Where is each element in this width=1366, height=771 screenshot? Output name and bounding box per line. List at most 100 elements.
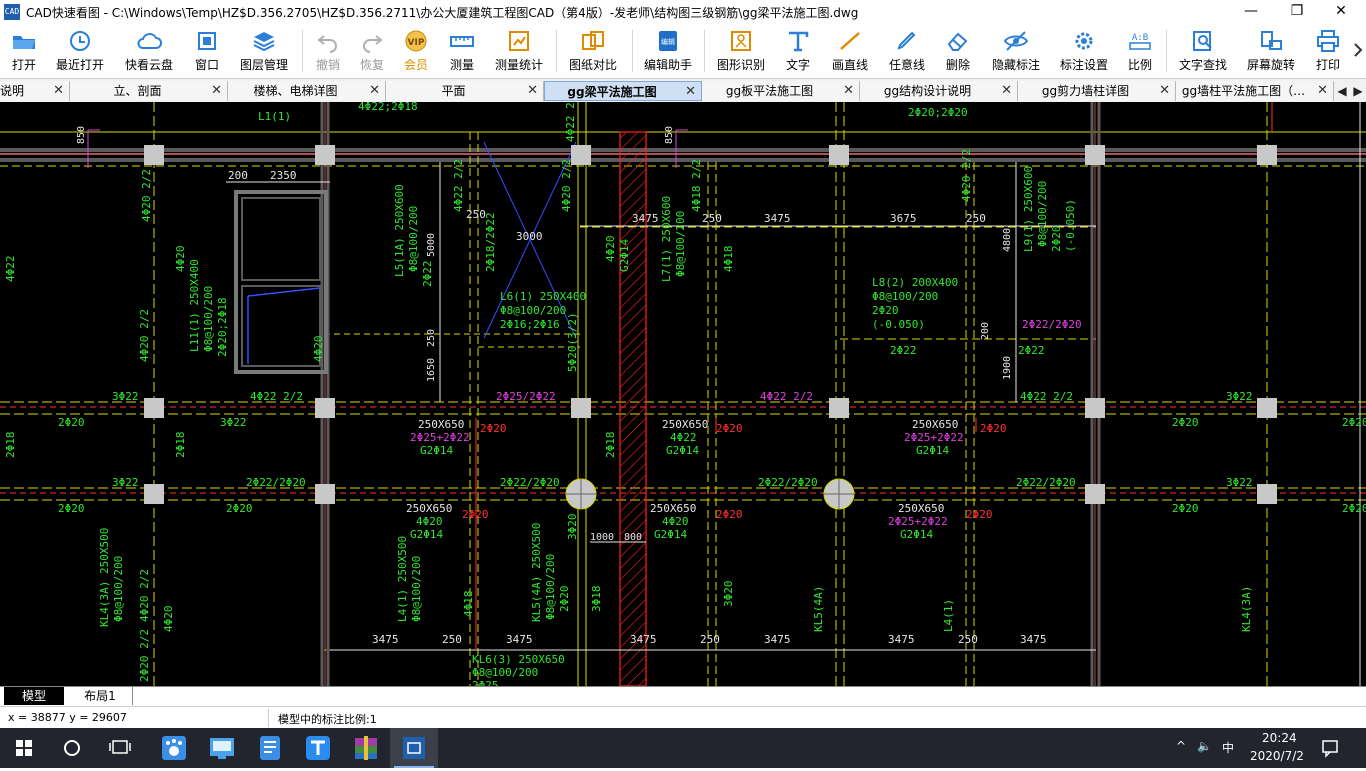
- tab-beam-plan-active[interactable]: gg梁平法施工图 ✕: [544, 81, 702, 101]
- layer-manager-button[interactable]: 图层管理: [234, 26, 294, 76]
- freehand-line-button[interactable]: 任意线: [884, 26, 930, 76]
- maximize-button[interactable]: ❐: [1274, 0, 1320, 24]
- tray-chevron-icon[interactable]: ^: [1176, 739, 1186, 753]
- clock-time[interactable]: 20:24: [1262, 731, 1297, 745]
- cad-viewer-icon: [403, 737, 425, 759]
- delete-button[interactable]: 删除: [938, 26, 978, 76]
- tab-stair-elevator-detail[interactable]: 楼梯、电梯详图 ✕: [228, 81, 386, 101]
- search-circle-icon: [64, 740, 80, 756]
- close-icon[interactable]: ✕: [1317, 81, 1328, 101]
- tab-elevation-section[interactable]: 立、剖面 ✕: [70, 81, 228, 101]
- compare-drawings-button[interactable]: 图纸对比: [562, 26, 624, 76]
- cad-annotation: L9(1) 250X600: [1022, 166, 1035, 252]
- taskbar-app-invoice[interactable]: [246, 728, 294, 768]
- cad-annotation: Φ8@100/200: [112, 556, 125, 622]
- cad-annotation: 3Φ22: [1226, 476, 1253, 489]
- start-button[interactable]: [0, 728, 48, 768]
- shape-recognition-button[interactable]: 图形识别: [710, 26, 772, 76]
- cad-annotation: 250X650: [406, 502, 452, 515]
- cad-annotation: 1650: [426, 358, 437, 382]
- task-view-button[interactable]: [96, 728, 144, 768]
- chevron-right-icon[interactable]: [1352, 42, 1364, 58]
- toolbar-divider: [704, 30, 705, 72]
- close-icon[interactable]: ✕: [1001, 81, 1012, 101]
- tab-scroll-left-icon[interactable]: ◀: [1336, 82, 1348, 100]
- cad-annotation: 4Φ18 2/2: [690, 159, 703, 212]
- cad-annotation: 850: [76, 126, 87, 144]
- tab-model[interactable]: 模型: [4, 687, 64, 705]
- cad-annotation: 4Φ20: [162, 606, 175, 633]
- taskbar-app-cad[interactable]: [390, 728, 438, 768]
- open-button[interactable]: 打开: [2, 26, 46, 76]
- scale-button[interactable]: A:B 比例: [1120, 26, 1160, 76]
- cad-annotation: 2Φ22/2Φ20: [1016, 476, 1076, 489]
- svg-text:VIP: VIP: [408, 38, 425, 48]
- taskbar-app-remote[interactable]: [198, 728, 246, 768]
- cad-annotation: 250: [966, 212, 986, 225]
- window-icon: [198, 32, 216, 50]
- main-toolbar: 打开 最近打开 快看云盘 窗口 图层管理 撤销 恢复 VIP 会员 测量 测量统…: [0, 24, 1366, 78]
- redo-button[interactable]: 恢复: [352, 26, 392, 76]
- toolbar-divider: [1166, 30, 1167, 72]
- cad-annotation: 2Φ18: [174, 432, 187, 459]
- window-button[interactable]: 窗口: [186, 26, 228, 76]
- search-button[interactable]: [48, 728, 96, 768]
- print-button[interactable]: 打印: [1308, 26, 1348, 76]
- close-icon[interactable]: ✕: [53, 81, 64, 101]
- taskbar-app-archive[interactable]: [342, 728, 390, 768]
- close-window-button[interactable]: ✕: [1318, 0, 1364, 24]
- notification-icon[interactable]: [1320, 738, 1340, 758]
- close-icon[interactable]: ✕: [369, 81, 380, 101]
- text-search-button[interactable]: 文字查找: [1172, 26, 1234, 76]
- tab-slab-plan[interactable]: gg板平法施工图 ✕: [702, 81, 860, 101]
- minimize-button[interactable]: —: [1228, 0, 1274, 24]
- cad-annotation: 2Φ20: [1172, 502, 1199, 515]
- taskbar-app-baidu[interactable]: [150, 728, 198, 768]
- tab-layout1[interactable]: 布局1: [68, 687, 133, 705]
- column-markers: [144, 145, 1277, 510]
- column-marker: [571, 398, 591, 418]
- measure-button[interactable]: 测量: [442, 26, 482, 76]
- close-icon[interactable]: ✕: [843, 81, 854, 101]
- annotation-settings-button[interactable]: 标注设置: [1054, 26, 1114, 76]
- cad-annotation: (-0.050): [1064, 199, 1077, 252]
- drawing-canvas[interactable]: L1(1) 4Φ22;2Φ18 2Φ20;2Φ20 850 850 200 2350 3475…: [0, 102, 1366, 686]
- column-marker: [1085, 398, 1105, 418]
- taskbar-app-text[interactable]: [294, 728, 342, 768]
- cad-annotation: 4Φ20: [312, 336, 325, 363]
- status-divider: [268, 709, 269, 727]
- hide-annotation-button[interactable]: 隐藏标注: [986, 26, 1046, 76]
- tab-shear-wall-detail[interactable]: gg剪力墙柱详图 ✕: [1018, 81, 1176, 101]
- draw-line-button[interactable]: 画直线: [826, 26, 874, 76]
- cad-annotation: 2Φ25: [472, 679, 499, 686]
- close-icon[interactable]: ✕: [685, 82, 696, 102]
- rotate-screen-button[interactable]: 屏幕旋转: [1240, 26, 1302, 76]
- tab-notes[interactable]: 说明 ✕: [0, 81, 70, 101]
- cad-drawing[interactable]: L1(1) 4Φ22;2Φ18 2Φ20;2Φ20 850 850 200 2350 3475…: [0, 102, 1366, 686]
- cad-annotation: G2Φ14: [900, 528, 933, 541]
- recent-open-button[interactable]: 最近打开: [50, 26, 110, 76]
- edit-assistant-button[interactable]: 编辑 编辑助手: [638, 26, 698, 76]
- cad-annotation: 4Φ22;2Φ18: [358, 102, 418, 113]
- clock-date[interactable]: 2020/7/2: [1250, 749, 1304, 763]
- tab-structural-notes[interactable]: gg结构设计说明 ✕: [860, 81, 1018, 101]
- tab-wall-column-plan[interactable]: gg墙柱平法施工图（… ✕: [1176, 81, 1334, 101]
- tab-scroll-right-icon[interactable]: ▶: [1352, 82, 1364, 100]
- cloud-drive-button[interactable]: 快看云盘: [118, 26, 180, 76]
- tab-plan[interactable]: 平面 ✕: [386, 81, 544, 101]
- cad-annotation: 200: [228, 169, 248, 182]
- text-button[interactable]: 文字: [778, 26, 818, 76]
- cad-annotation: 2Φ22/2Φ20: [758, 476, 818, 489]
- svg-text:A:B: A:B: [1132, 33, 1148, 43]
- cad-annotation: 2350: [270, 169, 297, 182]
- cad-annotation: 2Φ25+2Φ22: [904, 431, 964, 444]
- cad-annotation: 3Φ22: [112, 476, 139, 489]
- volume-icon[interactable]: 🔈: [1197, 739, 1212, 753]
- close-icon[interactable]: ✕: [211, 81, 222, 101]
- close-icon[interactable]: ✕: [1159, 81, 1170, 101]
- close-icon[interactable]: ✕: [527, 81, 538, 101]
- measure-stats-button[interactable]: 测量统计: [490, 26, 548, 76]
- ime-indicator[interactable]: 中: [1222, 739, 1234, 756]
- undo-button[interactable]: 撤销: [308, 26, 348, 76]
- vip-button[interactable]: VIP 会员: [396, 26, 436, 76]
